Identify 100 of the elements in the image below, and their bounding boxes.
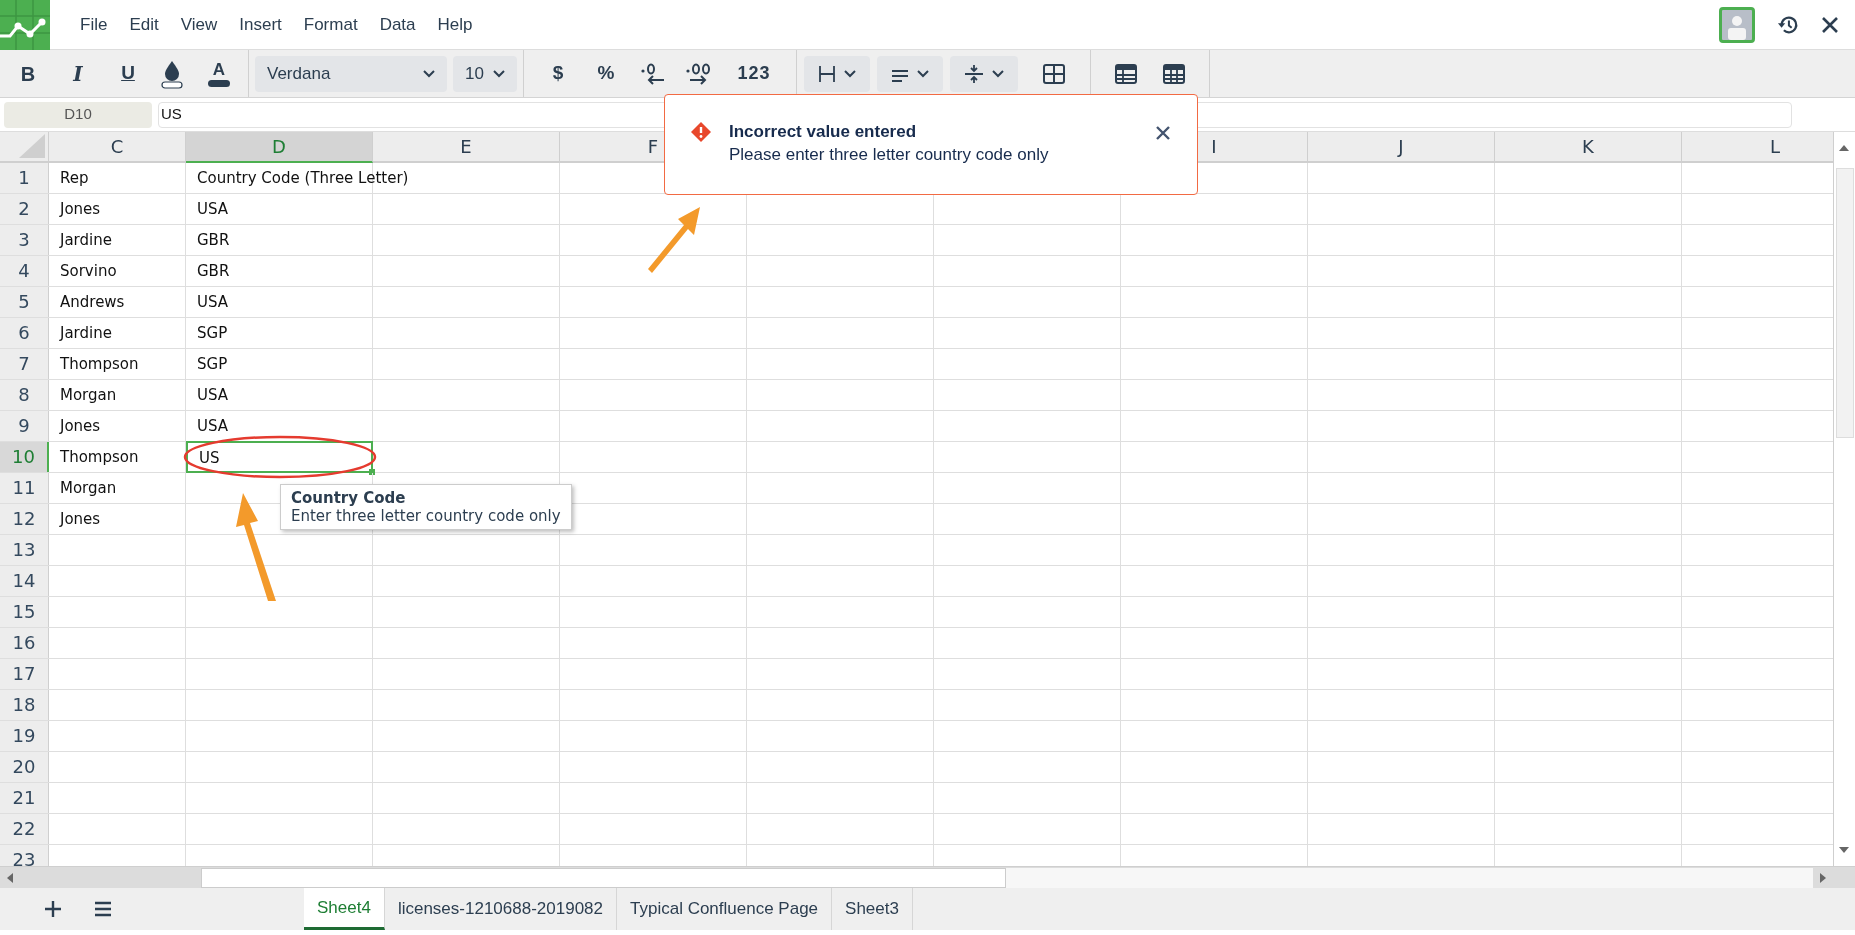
cell-text: Morgan <box>60 385 117 405</box>
fill-handle[interactable] <box>369 469 375 475</box>
row-header[interactable]: 19 <box>0 721 49 751</box>
row-header[interactable]: 1 <box>0 163 49 193</box>
cell-text: USA <box>197 385 229 405</box>
cell-text: Andrews <box>60 292 125 312</box>
sheet-tab[interactable]: licenses-1210688-2019082 <box>384 888 617 930</box>
increase-decimal-icon[interactable] <box>686 62 712 85</box>
cell-text: Thompson <box>60 447 139 467</box>
menu-item[interactable]: Edit <box>118 11 170 38</box>
row-header[interactable]: 12 <box>0 504 49 534</box>
column-header[interactable]: K <box>1495 132 1682 161</box>
number-format-button[interactable]: 123 <box>732 55 776 92</box>
cell-text: SGP <box>197 323 228 343</box>
scrollbar-thumb[interactable] <box>201 867 1006 888</box>
selected-cell[interactable]: US <box>186 441 373 473</box>
vertical-align-dropdown[interactable] <box>950 55 1018 92</box>
row-header[interactable]: 5 <box>0 287 49 317</box>
sheet-tab[interactable]: Sheet4 <box>304 888 385 930</box>
text-color-button[interactable]: A <box>198 55 234 92</box>
cell-text: SGP <box>197 354 228 374</box>
row-header[interactable]: 7 <box>0 349 49 379</box>
percent-button[interactable]: % <box>592 55 620 92</box>
menu-item[interactable]: File <box>69 11 119 38</box>
cell-text: Country Code (Three Letter) <box>197 168 409 188</box>
cell-text: Jones <box>60 416 101 436</box>
row-header[interactable]: 2 <box>0 194 49 224</box>
close-icon[interactable] <box>1821 15 1839 34</box>
row-header[interactable]: 4 <box>0 256 49 286</box>
add-sheet-icon[interactable] <box>44 900 62 918</box>
cell-text: USA <box>197 292 229 312</box>
cell-text: GBR <box>197 261 230 281</box>
column-header[interactable]: J <box>1308 132 1495 161</box>
row-header[interactable]: 21 <box>0 783 49 813</box>
vertical-scrollbar[interactable] <box>1833 132 1855 866</box>
row-header[interactable]: 13 <box>0 535 49 565</box>
caret-icon <box>844 69 856 78</box>
cell-text: GBR <box>197 230 230 250</box>
menu-icon[interactable] <box>94 901 112 917</box>
caret-icon <box>493 69 505 78</box>
user-avatar[interactable] <box>1719 6 1755 43</box>
cell-text: Jones <box>60 509 101 529</box>
bold-button[interactable]: B <box>10 55 46 92</box>
cell-text: US <box>199 448 220 468</box>
arrow-drawing <box>648 207 700 273</box>
align-dropdown[interactable] <box>877 55 943 92</box>
row-header[interactable]: 18 <box>0 690 49 720</box>
row-header[interactable]: 11 <box>0 473 49 503</box>
warning-icon <box>691 122 711 142</box>
cell-text: Sorvino <box>60 261 117 281</box>
insert-row-icon[interactable] <box>1115 63 1137 84</box>
vertical-align-icon <box>964 63 984 84</box>
underline-button[interactable]: U <box>110 55 146 92</box>
row-header[interactable]: 6 <box>0 318 49 348</box>
horizontal-scrollbar[interactable] <box>0 866 1855 888</box>
row-header[interactable]: 9 <box>0 411 49 441</box>
cell-text: Jardine <box>60 323 112 343</box>
caret-icon <box>917 69 929 78</box>
decrease-decimal-icon[interactable] <box>640 62 666 85</box>
table-grid-icon[interactable] <box>1163 63 1185 84</box>
close-icon[interactable] <box>1155 125 1171 141</box>
row-header[interactable]: 3 <box>0 225 49 255</box>
tooltip-title: Country Code <box>291 489 407 507</box>
app-logo-icon[interactable] <box>0 0 50 50</box>
scrollbar-thumb[interactable] <box>1836 168 1854 438</box>
row-header[interactable]: 15 <box>0 597 49 627</box>
borders-dropdown[interactable] <box>804 55 870 92</box>
font-select[interactable]: Verdana <box>255 55 447 92</box>
row-header[interactable]: 17 <box>0 659 49 689</box>
cell-text: USA <box>197 416 229 436</box>
tooltip-message: Enter three letter country code only <box>291 507 561 525</box>
cell-reference-field[interactable]: D10 <box>4 101 152 128</box>
cell-text: Jones <box>60 199 101 219</box>
cell-text: Jardine <box>60 230 112 250</box>
menu-item[interactable]: View <box>169 11 229 38</box>
menu-item[interactable]: Help <box>426 11 484 38</box>
menu-item[interactable]: Insert <box>228 11 293 38</box>
caret-icon <box>992 69 1004 78</box>
caret-icon <box>423 69 435 78</box>
sheet-tab[interactable]: Typical Confluence Page <box>617 888 833 930</box>
row-header[interactable]: 16 <box>0 628 49 658</box>
menu-item[interactable]: Format <box>292 11 369 38</box>
menu-item[interactable]: Data <box>368 11 427 38</box>
font-size-select[interactable]: 10 <box>453 55 517 92</box>
row-header[interactable]: 14 <box>0 566 49 596</box>
cell-text: Rep <box>60 168 89 188</box>
row-header[interactable]: 22 <box>0 814 49 844</box>
currency-button[interactable]: $ <box>544 55 572 92</box>
cell-text: Thompson <box>60 354 139 374</box>
italic-button[interactable]: I <box>60 55 96 92</box>
row-header[interactable]: 23 <box>0 845 49 866</box>
sheet-tab[interactable]: Sheet3 <box>832 888 913 930</box>
cell-text: Morgan <box>60 478 117 498</box>
borders-icon <box>818 64 836 83</box>
column-header[interactable]: E <box>373 132 560 161</box>
row-header[interactable]: 10 <box>0 442 49 472</box>
cell-text: USA <box>197 199 229 219</box>
row-header[interactable]: 20 <box>0 752 49 782</box>
merge-cells-icon[interactable] <box>1043 63 1065 84</box>
row-header[interactable]: 8 <box>0 380 49 410</box>
